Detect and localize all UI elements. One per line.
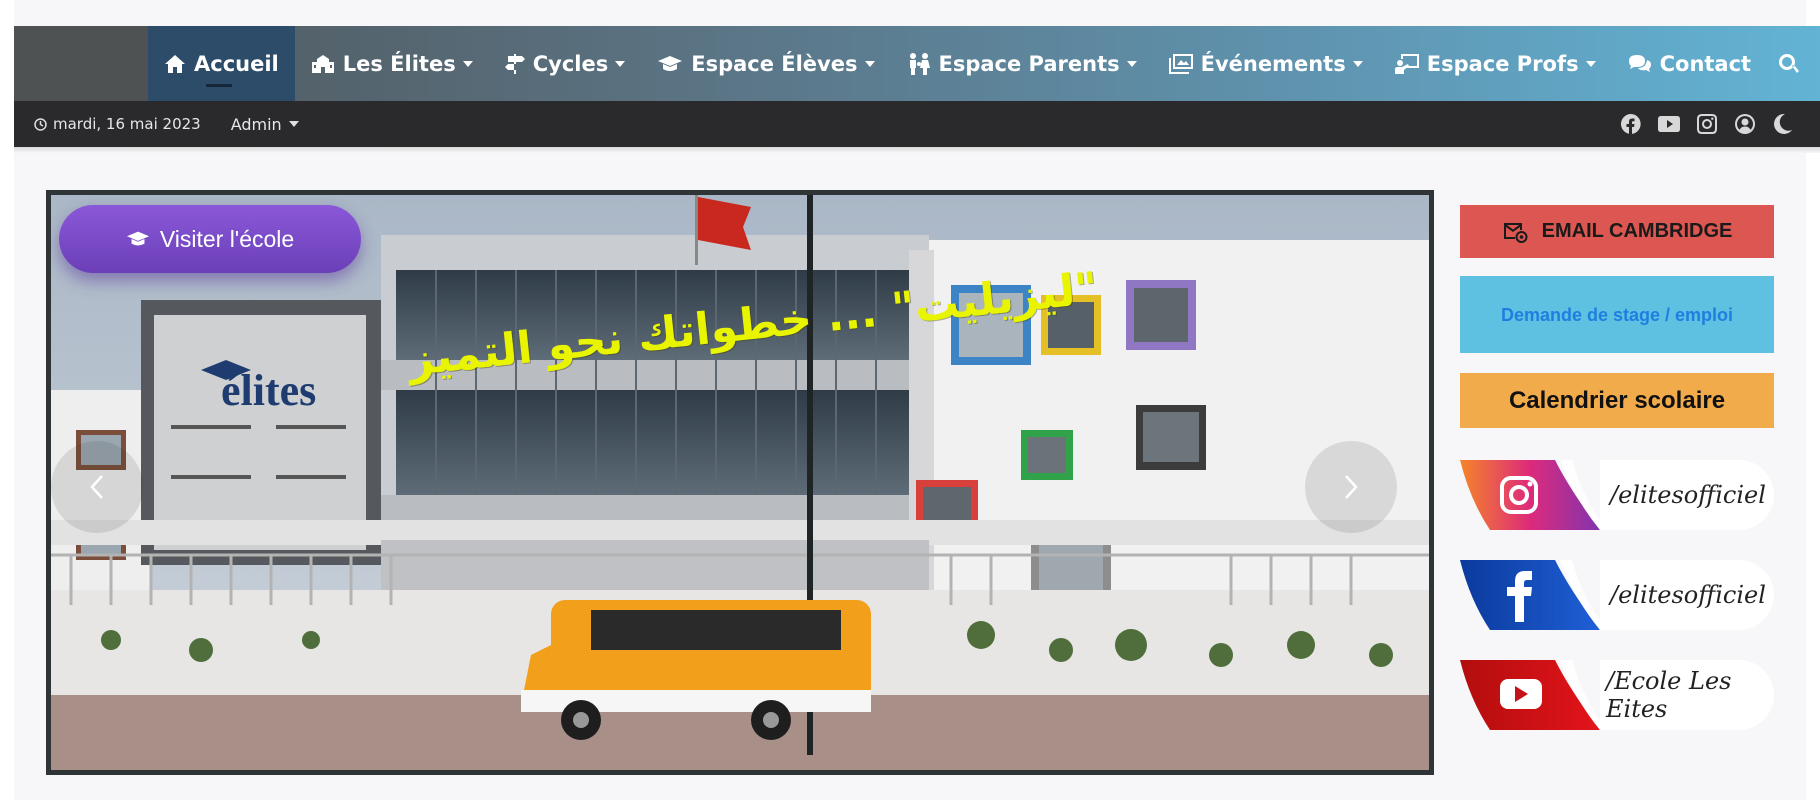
comments-icon	[1628, 54, 1652, 74]
hero-slider: élites Visiter l'école "ليزيليت" ... خطو…	[46, 190, 1434, 775]
nav-label: Espace Élèves	[691, 51, 858, 76]
youtube-handle: /Ecole Les Eites	[1606, 667, 1732, 723]
search-button[interactable]	[1767, 26, 1819, 101]
instagram-link[interactable]: /elitesofficiel	[1460, 460, 1774, 530]
nav-label: Les Élites	[342, 51, 456, 76]
moon-icon[interactable]	[1772, 113, 1794, 135]
internship-request-button[interactable]: Demande de stage / emploi	[1460, 276, 1774, 353]
nav-item-contact[interactable]: Contact	[1612, 26, 1768, 101]
bar-shadow	[14, 147, 1820, 153]
visit-label: Visiter l'école	[159, 225, 295, 252]
user-icon[interactable]	[1734, 113, 1756, 135]
school-calendar-button[interactable]: Calendrier scolaire	[1460, 373, 1774, 428]
nav-logo-area	[14, 26, 148, 101]
stage-label: Demande de stage / emploi	[1500, 304, 1734, 325]
mail-at-icon	[1503, 222, 1528, 243]
chevron-down-icon	[1585, 60, 1596, 67]
slider-next-arrow[interactable]	[1305, 441, 1397, 533]
graduation-cap-icon	[657, 55, 683, 73]
nav-label: Cycles	[532, 51, 609, 76]
facebook-handle: /elitesofficiel	[1610, 581, 1766, 609]
graduation-cap-icon	[126, 231, 149, 246]
calendar-label: Calendrier scolaire	[1508, 386, 1726, 414]
nav-item-espace-parents[interactable]: Espace Parents	[891, 26, 1153, 101]
search-icon	[1779, 53, 1800, 74]
current-date: mardi, 16 mai 2023	[34, 115, 201, 133]
email-label: EMAIL CAMBRIDGE	[1541, 220, 1733, 242]
main-nav: Accueil Les Élites Cycles Espace Élèves	[14, 26, 1820, 101]
nav-label: Espace Parents	[938, 51, 1120, 76]
parents-icon	[907, 52, 931, 75]
signpost-icon	[504, 53, 525, 74]
nav-item-evenements[interactable]: Événements	[1153, 26, 1379, 101]
teacher-icon	[1394, 53, 1419, 74]
admin-menu[interactable]: Admin	[231, 115, 299, 134]
home-icon	[164, 54, 186, 74]
clock-icon	[34, 117, 47, 131]
chevron-down-icon	[462, 60, 473, 67]
nav-label: Contact	[1659, 51, 1752, 76]
top-bar: mardi, 16 mai 2023 Admin	[14, 101, 1820, 147]
youtube-icon	[1460, 660, 1600, 730]
date-text: mardi, 16 mai 2023	[53, 115, 201, 133]
nav-item-les-elites[interactable]: Les Élites	[295, 26, 489, 101]
youtube-icon[interactable]	[1658, 113, 1680, 135]
chevron-down-icon	[1352, 60, 1363, 67]
slider-prev-arrow[interactable]	[51, 441, 143, 533]
chevron-down-icon	[1126, 60, 1137, 67]
chevron-down-icon	[615, 60, 626, 67]
visit-school-button[interactable]: Visiter l'école	[59, 205, 361, 273]
school-icon	[311, 54, 335, 74]
nav-label: Événements	[1200, 51, 1346, 76]
page: Accueil Les Élites Cycles Espace Élèves	[0, 0, 1820, 800]
nav-item-espace-profs[interactable]: Espace Profs	[1379, 26, 1612, 101]
nav-item-cycles[interactable]: Cycles	[489, 26, 642, 101]
facebook-link[interactable]: /elitesofficiel	[1460, 560, 1774, 630]
social-links	[1620, 101, 1794, 147]
instagram-icon	[1460, 460, 1600, 530]
youtube-link[interactable]: /Ecole Les Eites	[1460, 660, 1774, 730]
chevron-left-icon	[90, 475, 103, 499]
admin-label: Admin	[230, 114, 282, 134]
email-cambridge-button[interactable]: EMAIL CAMBRIDGE	[1460, 205, 1774, 258]
facebook-icon	[1460, 560, 1600, 630]
chevron-down-icon	[288, 121, 299, 127]
school-photo: élites	[51, 195, 1429, 770]
instagram-icon[interactable]	[1696, 113, 1718, 135]
nav-item-accueil[interactable]: Accueil	[148, 26, 295, 101]
nav-label: Espace Profs	[1426, 51, 1579, 76]
nav-label: Accueil	[194, 51, 279, 76]
nav-item-espace-eleves[interactable]: Espace Élèves	[641, 26, 890, 101]
chevron-down-icon	[864, 60, 875, 67]
photos-icon	[1168, 53, 1193, 74]
facebook-icon[interactable]	[1620, 113, 1642, 135]
chevron-right-icon	[1345, 475, 1358, 499]
instagram-handle: /elitesofficiel	[1610, 481, 1766, 509]
